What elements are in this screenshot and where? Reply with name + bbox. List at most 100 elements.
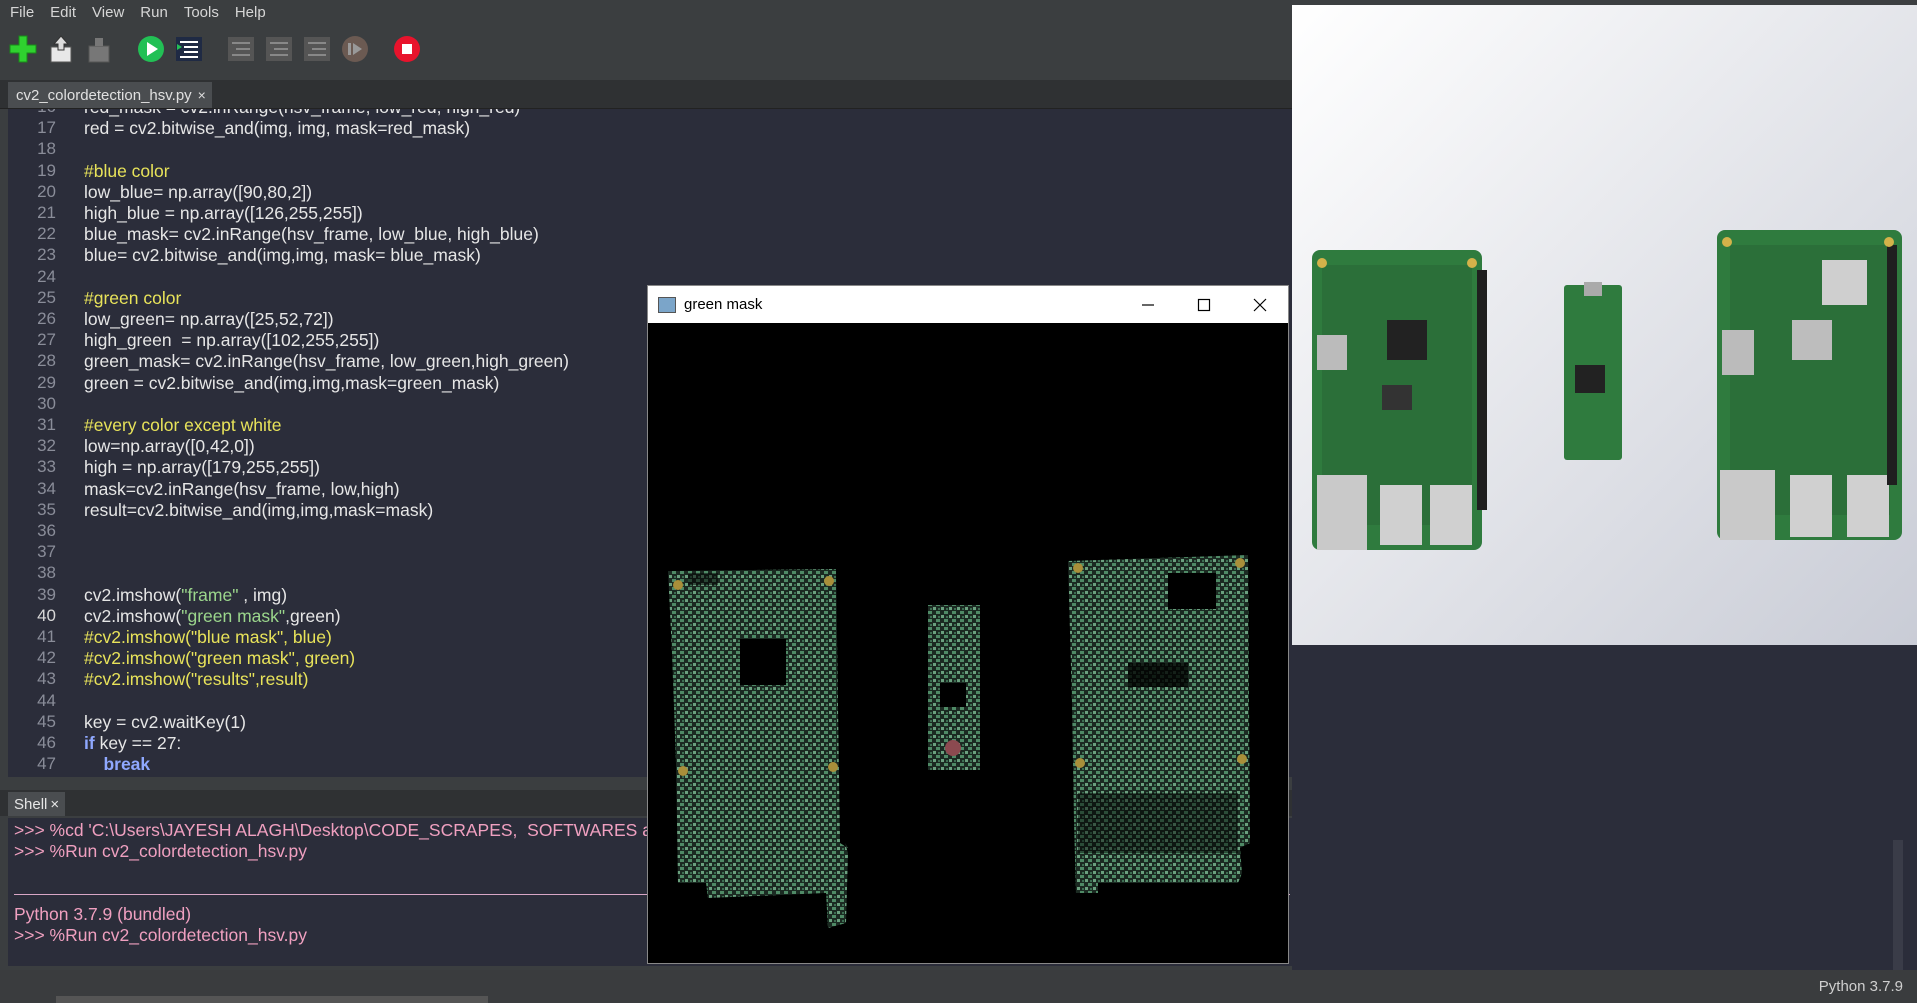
shell-scrollbar[interactable] bbox=[1893, 840, 1903, 970]
frame-photo bbox=[1292, 5, 1917, 645]
shell-prompt: >>> bbox=[14, 820, 50, 840]
raspberry-pi-board-right bbox=[1717, 230, 1902, 540]
raspberry-pi-board-left bbox=[1312, 250, 1487, 550]
menu-file[interactable]: File bbox=[10, 4, 34, 21]
mask-window-title: green mask bbox=[684, 296, 763, 313]
line-number: 26 bbox=[37, 309, 56, 328]
line-number: 36 bbox=[37, 521, 56, 540]
line-number: 47 bbox=[37, 754, 56, 774]
step-over-button[interactable] bbox=[226, 34, 256, 64]
shell-line: >>> %cd 'C:\Users\JAYESH ALAGH\Desktop\C… bbox=[14, 820, 671, 841]
code-line: key = cv2.waitKey(1) bbox=[84, 711, 246, 732]
run-icon bbox=[138, 36, 164, 62]
code-line: red_mask = cv2.inRange(hsv_frame, low_re… bbox=[84, 109, 520, 118]
line-number: 32 bbox=[37, 436, 56, 456]
taskbar-strip bbox=[56, 996, 488, 1003]
toolbar bbox=[8, 30, 430, 68]
shell-banner: Python 3.7.9 (bundled) bbox=[14, 904, 192, 924]
shell-tab[interactable]: Shell × bbox=[8, 792, 66, 816]
code-line: #cv2.imshow("results",result) bbox=[84, 669, 309, 690]
code-line: #blue color bbox=[84, 160, 170, 181]
menu-edit[interactable]: Edit bbox=[50, 4, 76, 21]
mask-window-titlebar[interactable]: green mask bbox=[648, 286, 1288, 323]
green-mask-render bbox=[648, 323, 1288, 963]
line-number: 45 bbox=[37, 711, 56, 731]
shell-prompt: >>> bbox=[14, 841, 50, 861]
frame-window bbox=[1292, 5, 1917, 645]
line-number: 19 bbox=[37, 160, 56, 180]
minimize-icon bbox=[1142, 303, 1154, 306]
close-shell-icon[interactable]: × bbox=[50, 796, 59, 813]
line-number: 37 bbox=[37, 542, 56, 562]
maximize-button[interactable] bbox=[1176, 286, 1232, 323]
green-mask-window[interactable]: green mask bbox=[648, 286, 1288, 963]
step-out-icon bbox=[304, 37, 330, 61]
editor-tab-bar: cv2_colordetection_hsv.py × bbox=[0, 80, 1292, 109]
run-button[interactable] bbox=[136, 34, 166, 64]
load-button[interactable] bbox=[46, 34, 76, 64]
shell-line: >>> %Run cv2_colordetection_hsv.py bbox=[14, 841, 307, 862]
new-file-button[interactable] bbox=[8, 34, 38, 64]
close-tab-icon[interactable]: × bbox=[198, 87, 206, 103]
menu-help[interactable]: Help bbox=[235, 4, 266, 21]
menu-tools[interactable]: Tools bbox=[184, 4, 219, 21]
line-number: 24 bbox=[37, 266, 56, 286]
line-number: 44 bbox=[37, 690, 56, 710]
debug-icon bbox=[176, 37, 202, 61]
minimize-button[interactable] bbox=[1120, 286, 1176, 323]
shell-tab-label: Shell bbox=[14, 795, 48, 813]
interpreter-status[interactable]: Python 3.7.9 bbox=[1819, 978, 1903, 995]
code-line: green_mask= cv2.inRange(hsv_frame, low_g… bbox=[84, 351, 569, 372]
code-line: result=cv2.bitwise_and(img,img,mask=mask… bbox=[84, 499, 434, 520]
resume-button[interactable] bbox=[340, 34, 370, 64]
editor-tab[interactable]: cv2_colordetection_hsv.py × bbox=[8, 82, 212, 108]
line-number: 22 bbox=[37, 224, 56, 244]
line-number: 29 bbox=[37, 372, 56, 392]
shell-prompt: >>> bbox=[14, 925, 50, 945]
raspberry-pi-pico bbox=[1564, 282, 1622, 460]
stop-icon bbox=[394, 36, 420, 62]
code-line: high_blue = np.array([126,255,255]) bbox=[84, 203, 363, 223]
line-number: 42 bbox=[37, 648, 56, 668]
line-number: 31 bbox=[37, 415, 56, 434]
line-number: 43 bbox=[37, 669, 56, 689]
code-line: red = cv2.bitwise_and(img, img, mask=red… bbox=[84, 118, 471, 139]
line-number: 30 bbox=[37, 393, 56, 413]
code-line: high_green = np.array([102,255,255]) bbox=[84, 330, 380, 351]
code-line: blue= cv2.bitwise_and(img,img, mask= blu… bbox=[84, 245, 481, 266]
mask-board-left bbox=[668, 569, 848, 928]
line-number: 35 bbox=[37, 499, 56, 519]
code-line: high = np.array([179,255,255]) bbox=[84, 457, 320, 478]
line-number: 21 bbox=[37, 203, 56, 222]
code-line: cv2.imshow("green mask",green) bbox=[84, 605, 341, 626]
shell-extension bbox=[1292, 645, 1917, 975]
step-into-icon bbox=[266, 37, 292, 61]
code-line: low_blue= np.array([90,80,2]) bbox=[84, 181, 313, 202]
line-number: 20 bbox=[37, 181, 56, 201]
line-number: 34 bbox=[37, 478, 56, 498]
close-window-button[interactable] bbox=[1232, 286, 1288, 323]
window-app-icon bbox=[658, 296, 676, 313]
code-line: low=np.array([0,42,0]) bbox=[84, 436, 255, 457]
step-over-icon bbox=[228, 37, 254, 61]
menu-bar: File Edit View Run Tools Help bbox=[0, 0, 1292, 24]
line-number: 40 bbox=[37, 605, 56, 625]
stop-button[interactable] bbox=[392, 34, 422, 64]
resume-icon bbox=[342, 36, 368, 62]
step-out-button[interactable] bbox=[302, 34, 332, 64]
editor-tab-label: cv2_colordetection_hsv.py bbox=[16, 86, 192, 104]
save-icon bbox=[88, 38, 110, 63]
save-button[interactable] bbox=[84, 34, 114, 64]
menu-view[interactable]: View bbox=[92, 4, 124, 21]
line-number: 33 bbox=[37, 457, 56, 477]
menu-run[interactable]: Run bbox=[140, 4, 168, 21]
line-number: 46 bbox=[37, 733, 56, 752]
line-number: 39 bbox=[37, 584, 56, 604]
maximize-icon bbox=[1197, 298, 1211, 311]
code-line: cv2.imshow("frame" , img) bbox=[84, 584, 288, 605]
debug-button[interactable] bbox=[174, 34, 204, 64]
new-file-icon bbox=[9, 35, 37, 63]
code-line: #cv2.imshow("green mask", green) bbox=[84, 648, 356, 669]
step-into-button[interactable] bbox=[264, 34, 294, 64]
line-number: 17 bbox=[37, 118, 56, 138]
